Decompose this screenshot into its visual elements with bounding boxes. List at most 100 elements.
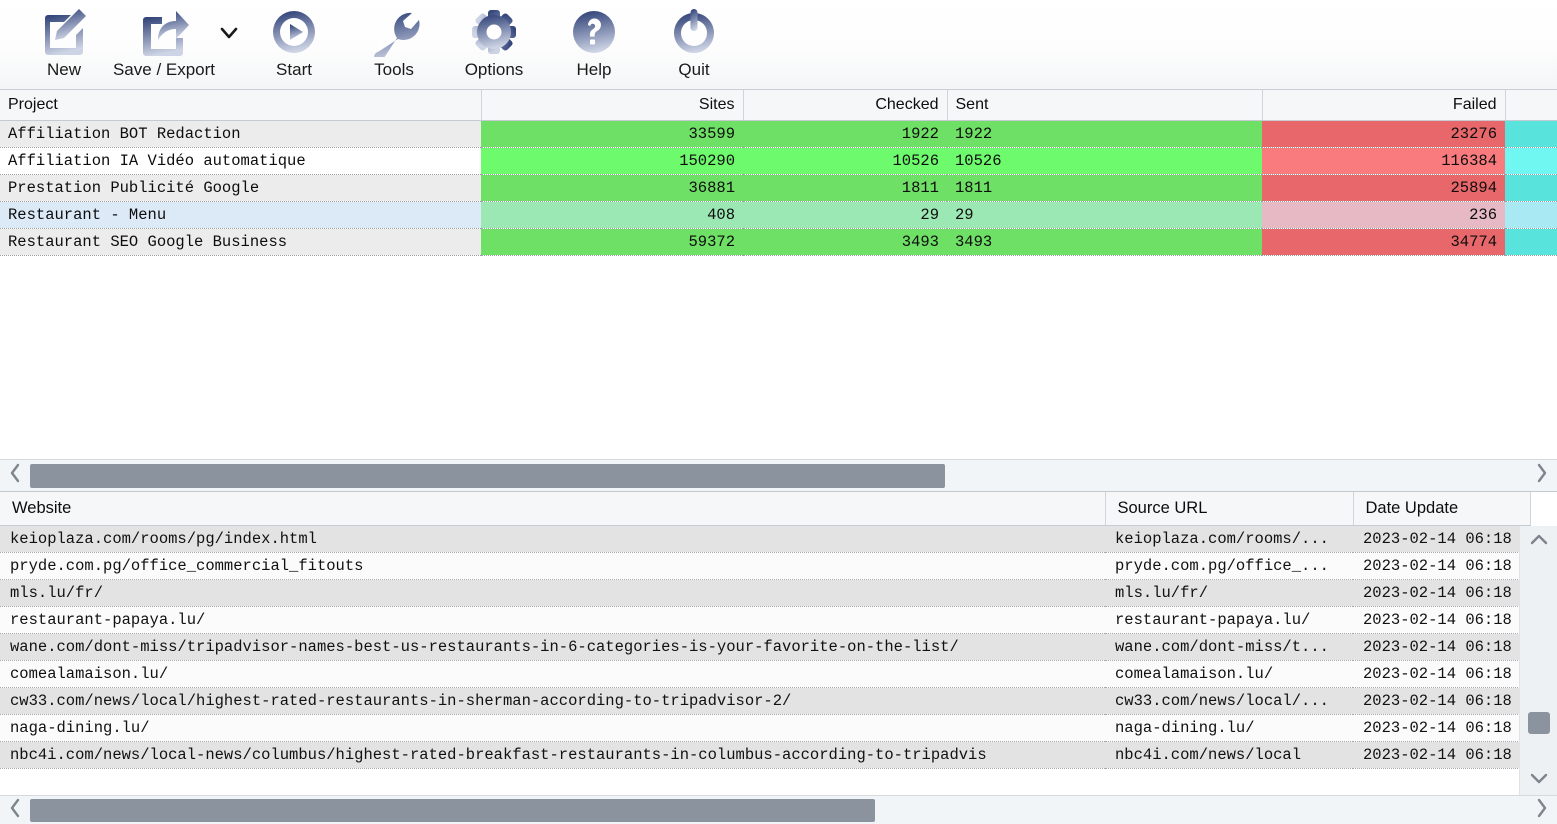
column-header-source-url[interactable]: Source URL	[1105, 492, 1353, 525]
cell-date-update: 2023-02-14 06:18	[1353, 687, 1530, 714]
start-button-label: Start	[276, 60, 312, 80]
new-button[interactable]: New	[14, 0, 114, 88]
tools-button[interactable]: Tools	[344, 0, 444, 88]
table-row[interactable]: Restaurant - Menu 408 29 29 236	[0, 201, 1557, 228]
cell-failed: 236	[1262, 201, 1505, 228]
projects-table-body: Affiliation BOT Redaction 33599 1922 192…	[0, 120, 1557, 255]
projects-header-row: Project Sites Checked Sent Failed	[0, 90, 1557, 120]
cell-checked: 29	[743, 201, 947, 228]
save-export-button[interactable]: Save / Export	[114, 0, 214, 88]
column-header-failed[interactable]: Failed	[1262, 90, 1505, 120]
cell-sent: 29	[947, 201, 1262, 228]
scroll-thumb[interactable]	[1528, 712, 1550, 734]
column-header-sent[interactable]: Sent	[947, 90, 1262, 120]
results-horizontal-scrollbar[interactable]	[0, 795, 1557, 824]
cell-sent: 3493	[947, 228, 1262, 255]
table-row[interactable]: restaurant-papaya.lu/ restaurant-papaya.…	[0, 606, 1530, 633]
cell-project: Affiliation BOT Redaction	[0, 120, 481, 147]
cell-source-url: nbc4i.com/news/local	[1105, 741, 1353, 768]
table-row[interactable]: naga-dining.lu/ naga-dining.lu/ 2023-02-…	[0, 714, 1530, 741]
cell-sites: 33599	[481, 120, 743, 147]
cell-website: restaurant-papaya.lu/	[0, 606, 1105, 633]
cell-date-update: 2023-02-14 06:18	[1353, 714, 1530, 741]
scroll-thumb[interactable]	[30, 464, 945, 488]
projects-pane: Project Sites Checked Sent Failed Affili…	[0, 90, 1557, 492]
cell-failed: 23276	[1262, 120, 1505, 147]
scroll-up-button[interactable]	[1520, 526, 1557, 556]
help-button[interactable]: Help	[544, 0, 644, 88]
scroll-thumb[interactable]	[30, 799, 875, 822]
cell-project: Restaurant SEO Google Business	[0, 228, 481, 255]
scroll-left-button[interactable]	[0, 460, 30, 492]
table-row[interactable]: pryde.com.pg/office_commercial_fitouts p…	[0, 552, 1530, 579]
column-header-date-update[interactable]: Date Update	[1353, 492, 1530, 525]
cell-source-url: naga-dining.lu/	[1105, 714, 1353, 741]
cell-website: mls.lu/fr/	[0, 579, 1105, 606]
column-header-checked[interactable]: Checked	[743, 90, 947, 120]
results-vertical-scrollbar[interactable]	[1519, 526, 1557, 795]
table-row[interactable]: comealamaison.lu/ comealamaison.lu/ 2023…	[0, 660, 1530, 687]
results-table: Website Source URL Date Update keioplaza…	[0, 492, 1531, 769]
column-header-sites[interactable]: Sites	[481, 90, 743, 120]
cell-source-url: pryde.com.pg/office_...	[1105, 552, 1353, 579]
cell-extra	[1505, 147, 1557, 174]
cell-checked: 3493	[743, 228, 947, 255]
save-export-dropdown-button[interactable]	[214, 0, 244, 88]
chevron-right-icon	[1535, 462, 1549, 489]
question-circle-icon	[568, 6, 620, 58]
cell-date-update: 2023-02-14 06:18	[1353, 525, 1530, 552]
table-row[interactable]: cw33.com/news/local/highest-rated-restau…	[0, 687, 1530, 714]
scroll-track[interactable]	[30, 796, 1527, 824]
cell-extra	[1505, 120, 1557, 147]
play-circle-icon	[268, 6, 320, 58]
scroll-right-button[interactable]	[1527, 460, 1557, 492]
table-row[interactable]: Prestation Publicité Google 36881 1811 1…	[0, 174, 1557, 201]
table-row[interactable]: keioplaza.com/rooms/pg/index.html keiopl…	[0, 525, 1530, 552]
column-header-website[interactable]: Website	[0, 492, 1105, 525]
table-row[interactable]: Restaurant SEO Google Business 59372 349…	[0, 228, 1557, 255]
column-header-project[interactable]: Project	[0, 90, 481, 120]
table-row[interactable]: wane.com/dont-miss/tripadvisor-names-bes…	[0, 633, 1530, 660]
scroll-right-button[interactable]	[1527, 796, 1557, 824]
cell-website: cw33.com/news/local/highest-rated-restau…	[0, 687, 1105, 714]
results-scroll-area: Website Source URL Date Update keioplaza…	[0, 492, 1557, 795]
application-window: New Save / Export	[0, 0, 1557, 824]
main-toolbar: New Save / Export	[0, 0, 1557, 90]
cell-website: pryde.com.pg/office_commercial_fitouts	[0, 552, 1105, 579]
cell-date-update: 2023-02-14 06:18	[1353, 606, 1530, 633]
table-row[interactable]: Affiliation BOT Redaction 33599 1922 192…	[0, 120, 1557, 147]
cell-extra	[1505, 228, 1557, 255]
projects-horizontal-scrollbar[interactable]	[0, 459, 1557, 491]
cell-sites: 59372	[481, 228, 743, 255]
cell-date-update: 2023-02-14 06:18	[1353, 660, 1530, 687]
start-button[interactable]: Start	[244, 0, 344, 88]
options-button[interactable]: Options	[444, 0, 544, 88]
cell-source-url: comealamaison.lu/	[1105, 660, 1353, 687]
cell-extra	[1505, 174, 1557, 201]
scroll-track[interactable]	[30, 460, 1527, 492]
cell-website: wane.com/dont-miss/tripadvisor-names-bes…	[0, 633, 1105, 660]
share-export-icon	[138, 6, 190, 58]
quit-button[interactable]: Quit	[644, 0, 744, 88]
table-row[interactable]: Affiliation IA Vidéo automatique 150290 …	[0, 147, 1557, 174]
cell-project: Affiliation IA Vidéo automatique	[0, 147, 481, 174]
cell-sent: 1922	[947, 120, 1262, 147]
cell-source-url: wane.com/dont-miss/t...	[1105, 633, 1353, 660]
table-row[interactable]: mls.lu/fr/ mls.lu/fr/ 2023-02-14 06:18	[0, 579, 1530, 606]
results-table-body: keioplaza.com/rooms/pg/index.html keiopl…	[0, 525, 1530, 768]
cell-source-url: mls.lu/fr/	[1105, 579, 1353, 606]
chevron-down-icon	[219, 26, 239, 40]
chevron-down-icon	[1528, 771, 1550, 790]
table-row[interactable]: nbc4i.com/news/local-news/columbus/highe…	[0, 741, 1530, 768]
chevron-right-icon	[1535, 797, 1549, 824]
column-header-extra[interactable]	[1505, 90, 1557, 120]
scroll-left-button[interactable]	[0, 796, 30, 824]
cell-date-update: 2023-02-14 06:18	[1353, 579, 1530, 606]
cell-date-update: 2023-02-14 06:18	[1353, 633, 1530, 660]
cell-date-update: 2023-02-14 06:18	[1353, 741, 1530, 768]
gear-icon	[468, 6, 520, 58]
projects-table: Project Sites Checked Sent Failed Affili…	[0, 90, 1557, 256]
cell-checked: 1811	[743, 174, 947, 201]
cell-sent: 1811	[947, 174, 1262, 201]
scroll-down-button[interactable]	[1520, 765, 1557, 795]
